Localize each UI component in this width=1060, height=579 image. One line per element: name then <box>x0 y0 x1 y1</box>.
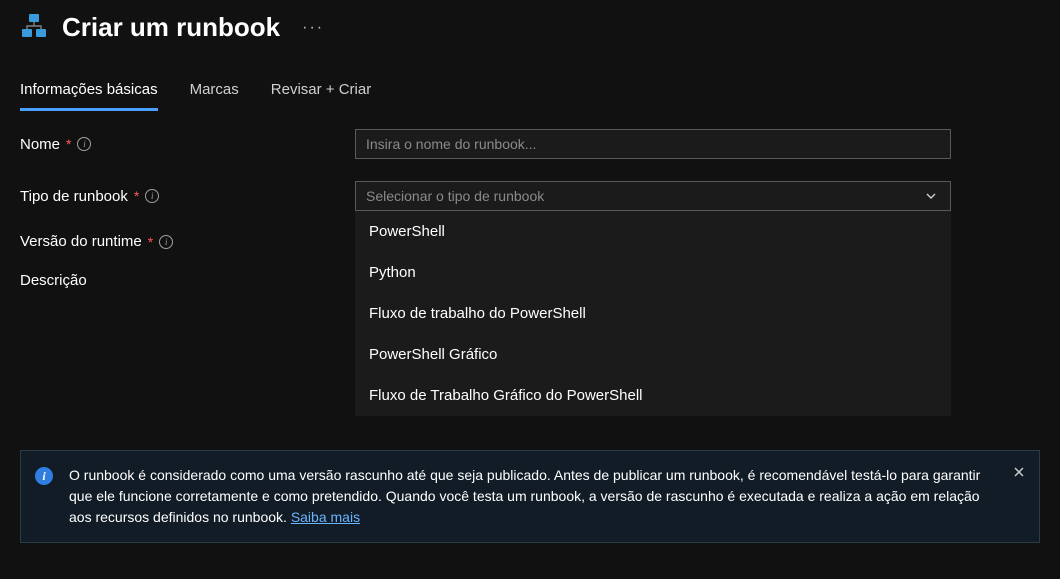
info-icon[interactable]: i <box>77 137 91 151</box>
label-runtime: Versão do runtime * i <box>20 233 355 250</box>
label-type-text: Tipo de runbook <box>20 188 128 205</box>
option-psworkflow[interactable]: Fluxo de trabalho do PowerShell <box>355 293 951 334</box>
info-banner-text: O runbook é considerado como uma versão … <box>69 465 999 528</box>
row-name: Nome * i <box>20 129 1040 159</box>
option-powershell[interactable]: PowerShell <box>355 211 951 252</box>
option-python[interactable]: Python <box>355 252 951 293</box>
form-area: Nome * i Tipo de runbook * i Selecionar … <box>0 111 1060 289</box>
tab-strip: Informações básicas Marcas Revisar + Cri… <box>0 51 1060 111</box>
label-type: Tipo de runbook * i <box>20 188 355 205</box>
runbook-icon <box>20 12 48 43</box>
info-banner-icon: i <box>35 467 53 485</box>
row-type: Tipo de runbook * i Selecionar o tipo de… <box>20 181 1040 211</box>
name-input[interactable] <box>355 129 951 159</box>
option-psgraphical[interactable]: PowerShell Gráfico <box>355 334 951 375</box>
close-icon[interactable] <box>1013 463 1025 484</box>
tab-review[interactable]: Revisar + Criar <box>271 81 371 111</box>
page-title: Criar um runbook <box>62 12 280 43</box>
info-icon[interactable]: i <box>159 235 173 249</box>
label-name-text: Nome <box>20 136 60 153</box>
more-actions-button[interactable]: ··· <box>302 19 324 37</box>
option-psgraphicalworkflow[interactable]: Fluxo de Trabalho Gráfico do PowerShell <box>355 375 951 416</box>
required-marker: * <box>134 188 139 204</box>
label-name: Nome * i <box>20 136 355 153</box>
learn-more-link[interactable]: Saiba mais <box>291 509 360 525</box>
type-select[interactable]: Selecionar o tipo de runbook <box>355 181 951 211</box>
info-icon[interactable]: i <box>145 189 159 203</box>
tab-tags[interactable]: Marcas <box>190 81 239 111</box>
label-runtime-text: Versão do runtime <box>20 233 142 250</box>
required-marker: * <box>66 136 71 152</box>
info-banner-message: O runbook é considerado como uma versão … <box>69 467 980 525</box>
required-marker: * <box>148 234 153 250</box>
label-description: Descrição <box>20 272 355 289</box>
page-header: Criar um runbook ··· <box>0 0 1060 51</box>
tab-basics[interactable]: Informações básicas <box>20 81 158 111</box>
type-dropdown: PowerShell Python Fluxo de trabalho do P… <box>355 211 951 416</box>
label-description-text: Descrição <box>20 272 87 289</box>
type-select-placeholder: Selecionar o tipo de runbook <box>366 188 544 204</box>
chevron-down-icon <box>922 187 940 205</box>
info-banner: i O runbook é considerado como uma versã… <box>20 450 1040 543</box>
